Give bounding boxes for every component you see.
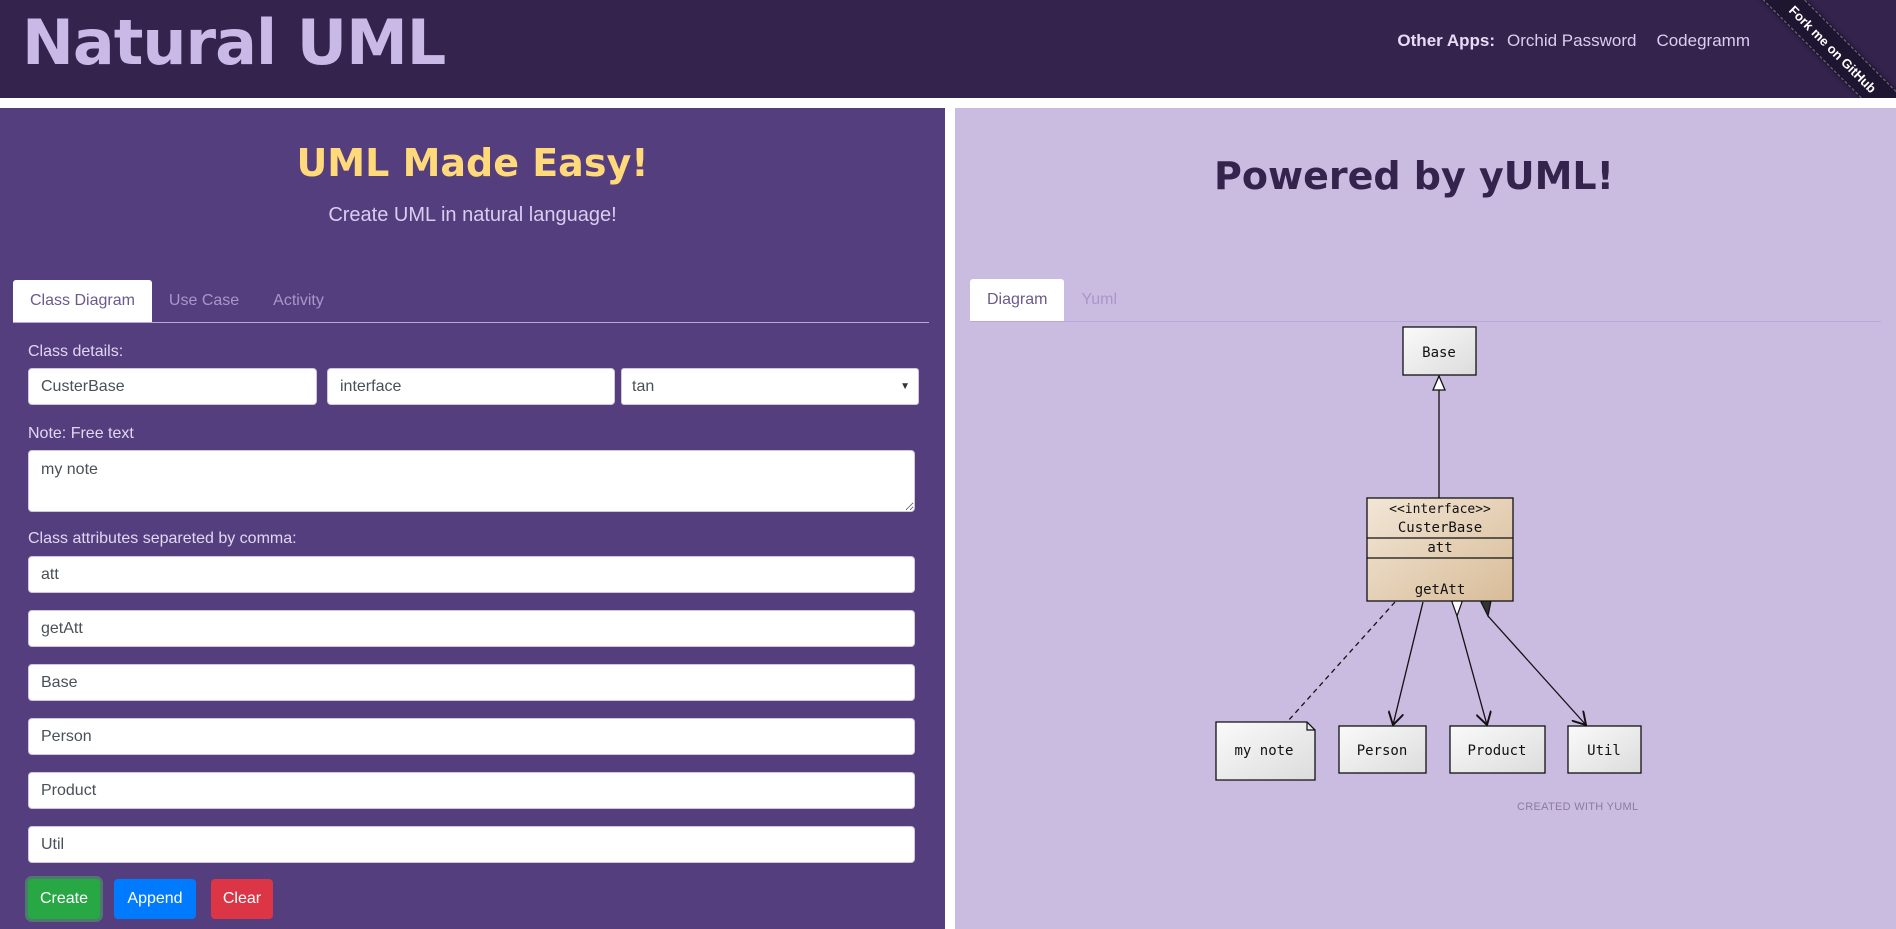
note-node: my note [1215,721,1316,781]
note-label: Note: Free text [28,425,134,442]
inheritance-arrowhead [1432,374,1446,391]
append-button[interactable]: Append [114,879,196,919]
tab-class-diagram[interactable]: Class Diagram [13,280,152,322]
parent-class-input[interactable] [28,664,915,701]
composition-input[interactable] [28,826,915,863]
top-navbar: Natural UML Other Apps: Orchid Password … [0,0,1896,98]
person-class-label: Person [1357,743,1408,759]
method-label: getAtt [1415,582,1466,598]
attribute-label: att [1427,540,1452,556]
aggregation-edge [1456,615,1487,725]
note-label: my note [1234,743,1293,759]
class-details-label: Class details: [28,343,124,360]
attributes-input[interactable] [28,556,915,593]
note-textarea[interactable]: my note [28,450,915,512]
preview-panel: Powered by yUML! Diagram Yuml Base <<int… [955,108,1896,929]
brand-logo[interactable]: Natural UML [22,6,446,79]
editor-subtitle: Create UML in natural language! [328,204,617,226]
yuml-credit: CREATED WITH YUML [1517,801,1639,813]
product-class-node: Product [1449,725,1546,774]
base-class-label: Base [1422,345,1456,361]
color-select[interactable]: tan ▼ [621,368,919,405]
class-name-input[interactable] [28,368,317,405]
association-edge [1393,601,1424,725]
github-ribbon[interactable]: Fork me on GitHub [1748,0,1896,98]
util-class-node: Util [1567,725,1642,774]
create-button[interactable]: Create [28,879,100,919]
editor-title: UML Made Easy! [296,141,649,185]
interface-class-label: CusterBase [1398,520,1482,536]
composition-edge [1487,615,1586,725]
person-class-node: Person [1338,725,1427,774]
editor-panel: UML Made Easy! Create UML in natural lan… [0,108,945,929]
chevron-down-icon: ▼ [900,381,910,392]
util-class-label: Util [1587,743,1621,759]
clear-button[interactable]: Clear [211,879,273,919]
other-apps-nav: Other Apps: Orchid Password Codegramm [1397,31,1750,51]
product-class-label: Product [1467,743,1526,759]
tab-activity[interactable]: Activity [256,280,341,322]
association-input[interactable] [28,718,915,755]
methods-input[interactable] [28,610,915,647]
other-apps-label: Other Apps: [1397,31,1496,50]
link-codegramm[interactable]: Codegramm [1656,31,1750,51]
link-orchid-password[interactable]: Orchid Password [1507,31,1636,51]
uml-diagram: Base <<interface>> CusterBase att getAtt… [1215,326,1642,781]
base-class-node: Base [1402,326,1477,376]
interface-class-node: <<interface>> CusterBase att getAtt [1366,497,1514,602]
attributes-label: Class attributes separeted by comma: [28,530,297,547]
aggregation-input[interactable] [28,772,915,809]
stereotype-label: <<interface>> [1389,502,1491,517]
stereotype-input[interactable] [327,368,615,405]
tab-use-case[interactable]: Use Case [152,280,256,322]
color-select-value: tan [632,378,655,395]
diagram-type-tabs: Class Diagram Use Case Activity [13,280,929,323]
note-link-edge [1287,601,1396,722]
